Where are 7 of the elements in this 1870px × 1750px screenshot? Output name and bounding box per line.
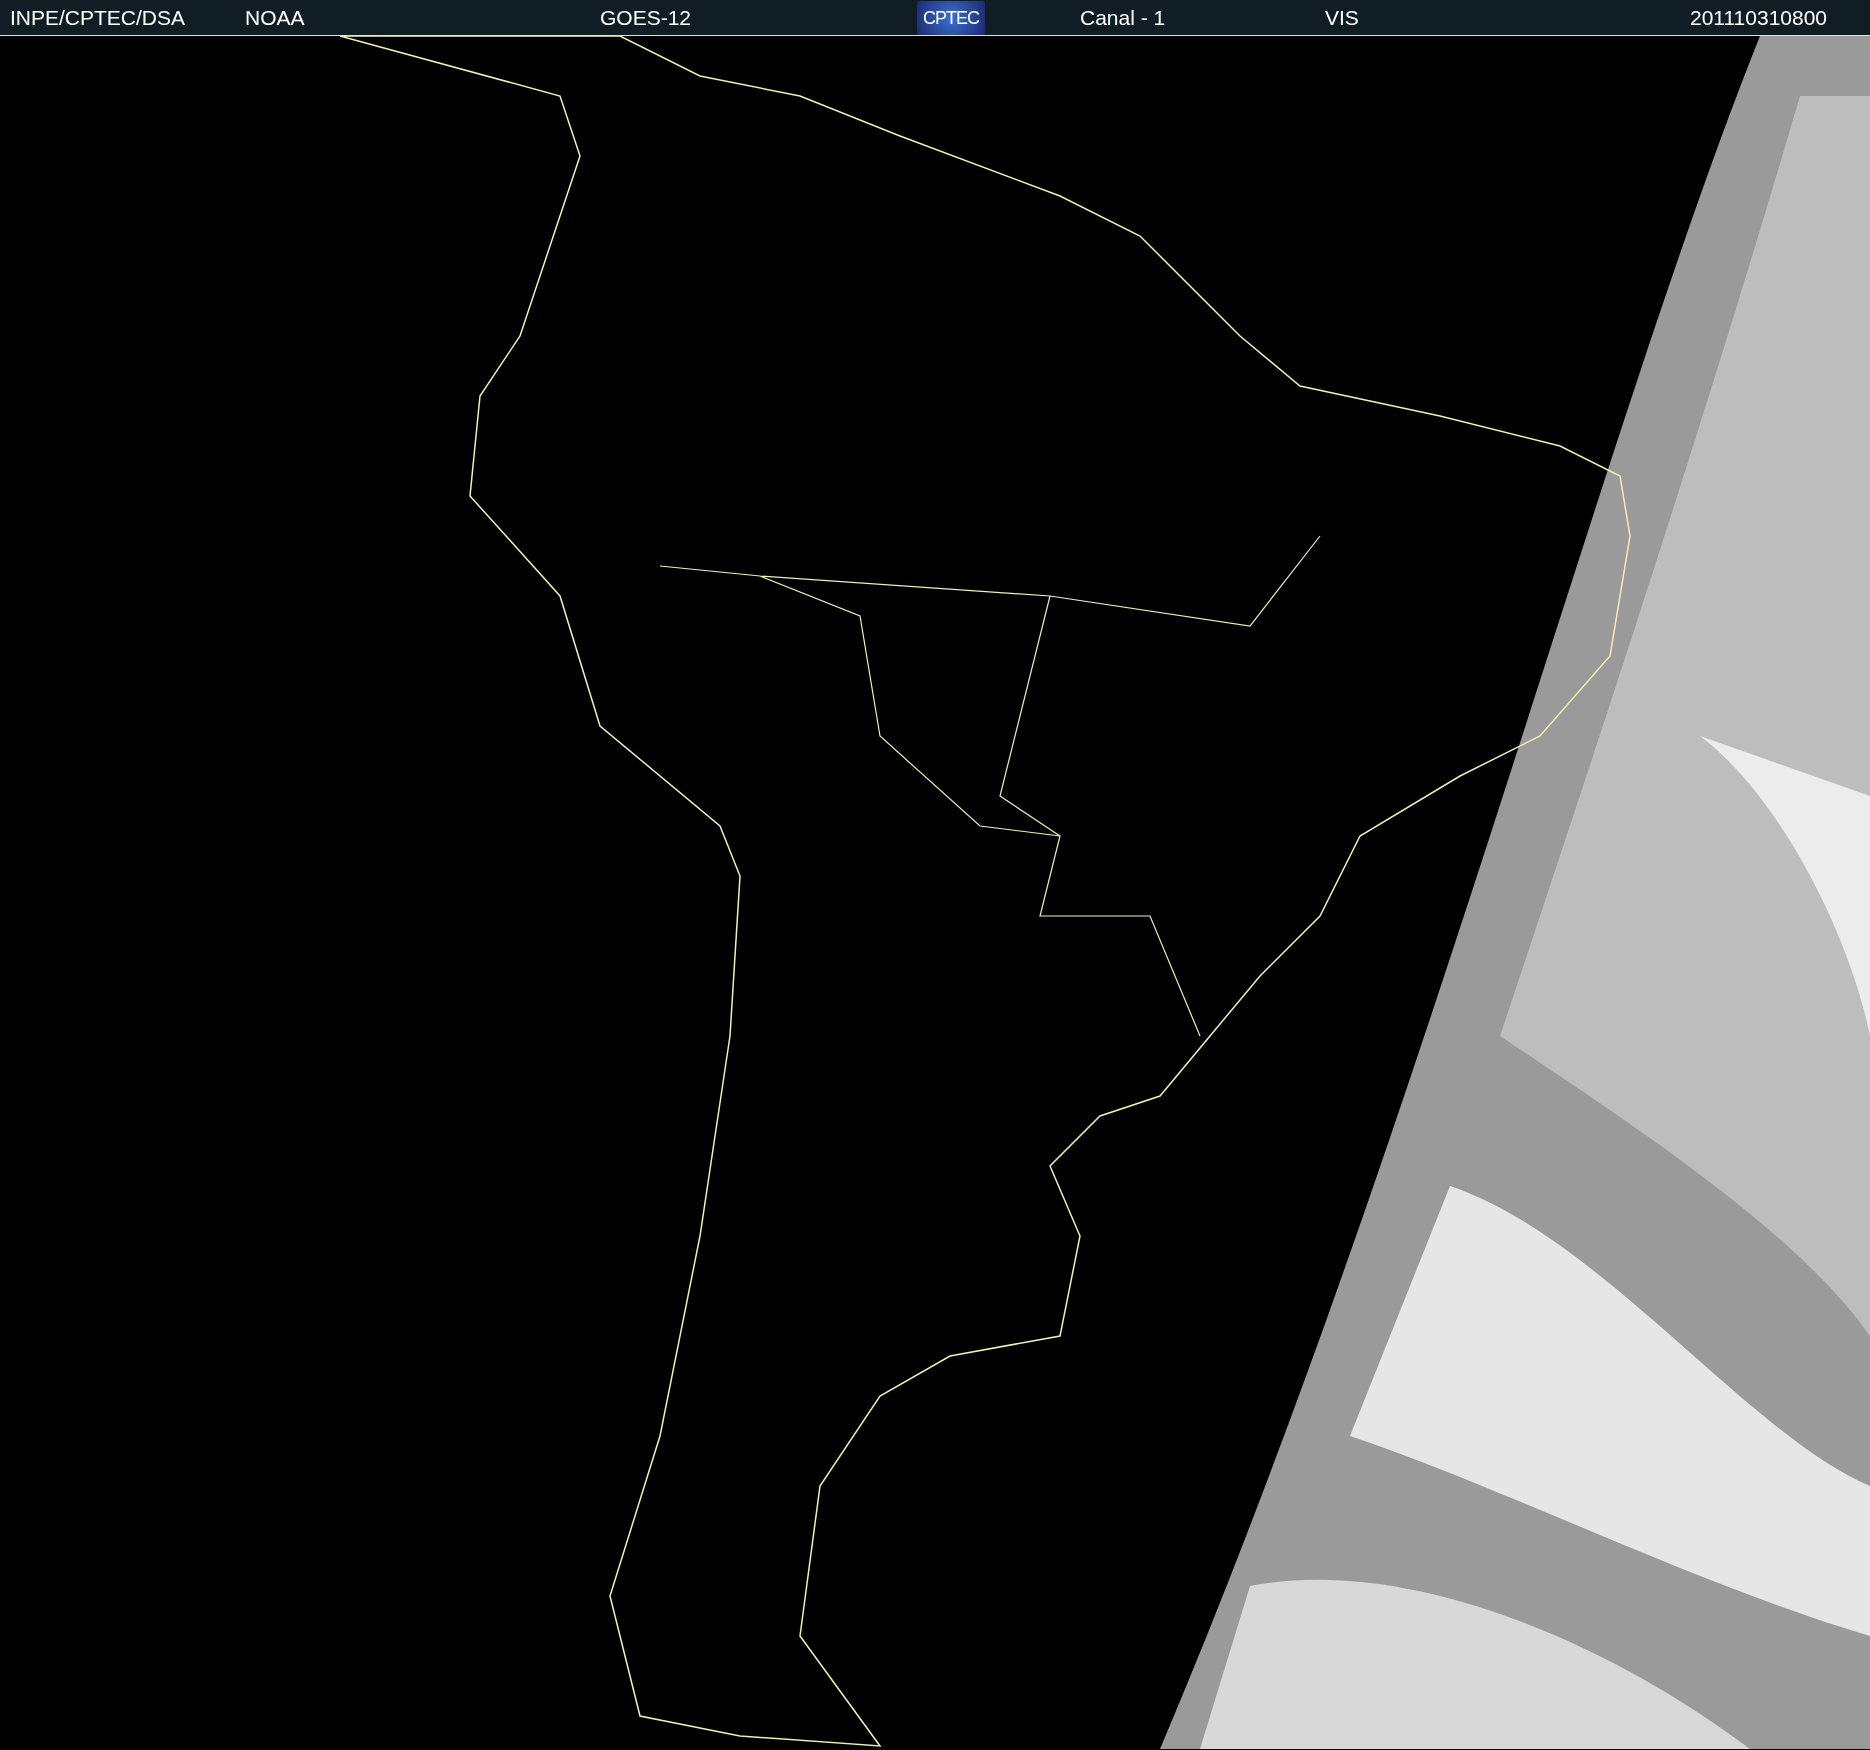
satellite-label: GOES-12: [600, 4, 693, 31]
agency-label: NOAA: [245, 4, 306, 31]
channel-label: Canal - 1: [1080, 4, 1167, 31]
band-label: VIS: [1325, 4, 1360, 31]
timestamp-label: 201110310800: [1690, 4, 1828, 31]
source-label: INPE/CPTEC/DSA: [9, 4, 187, 31]
logo: CPTEC: [917, 0, 985, 35]
